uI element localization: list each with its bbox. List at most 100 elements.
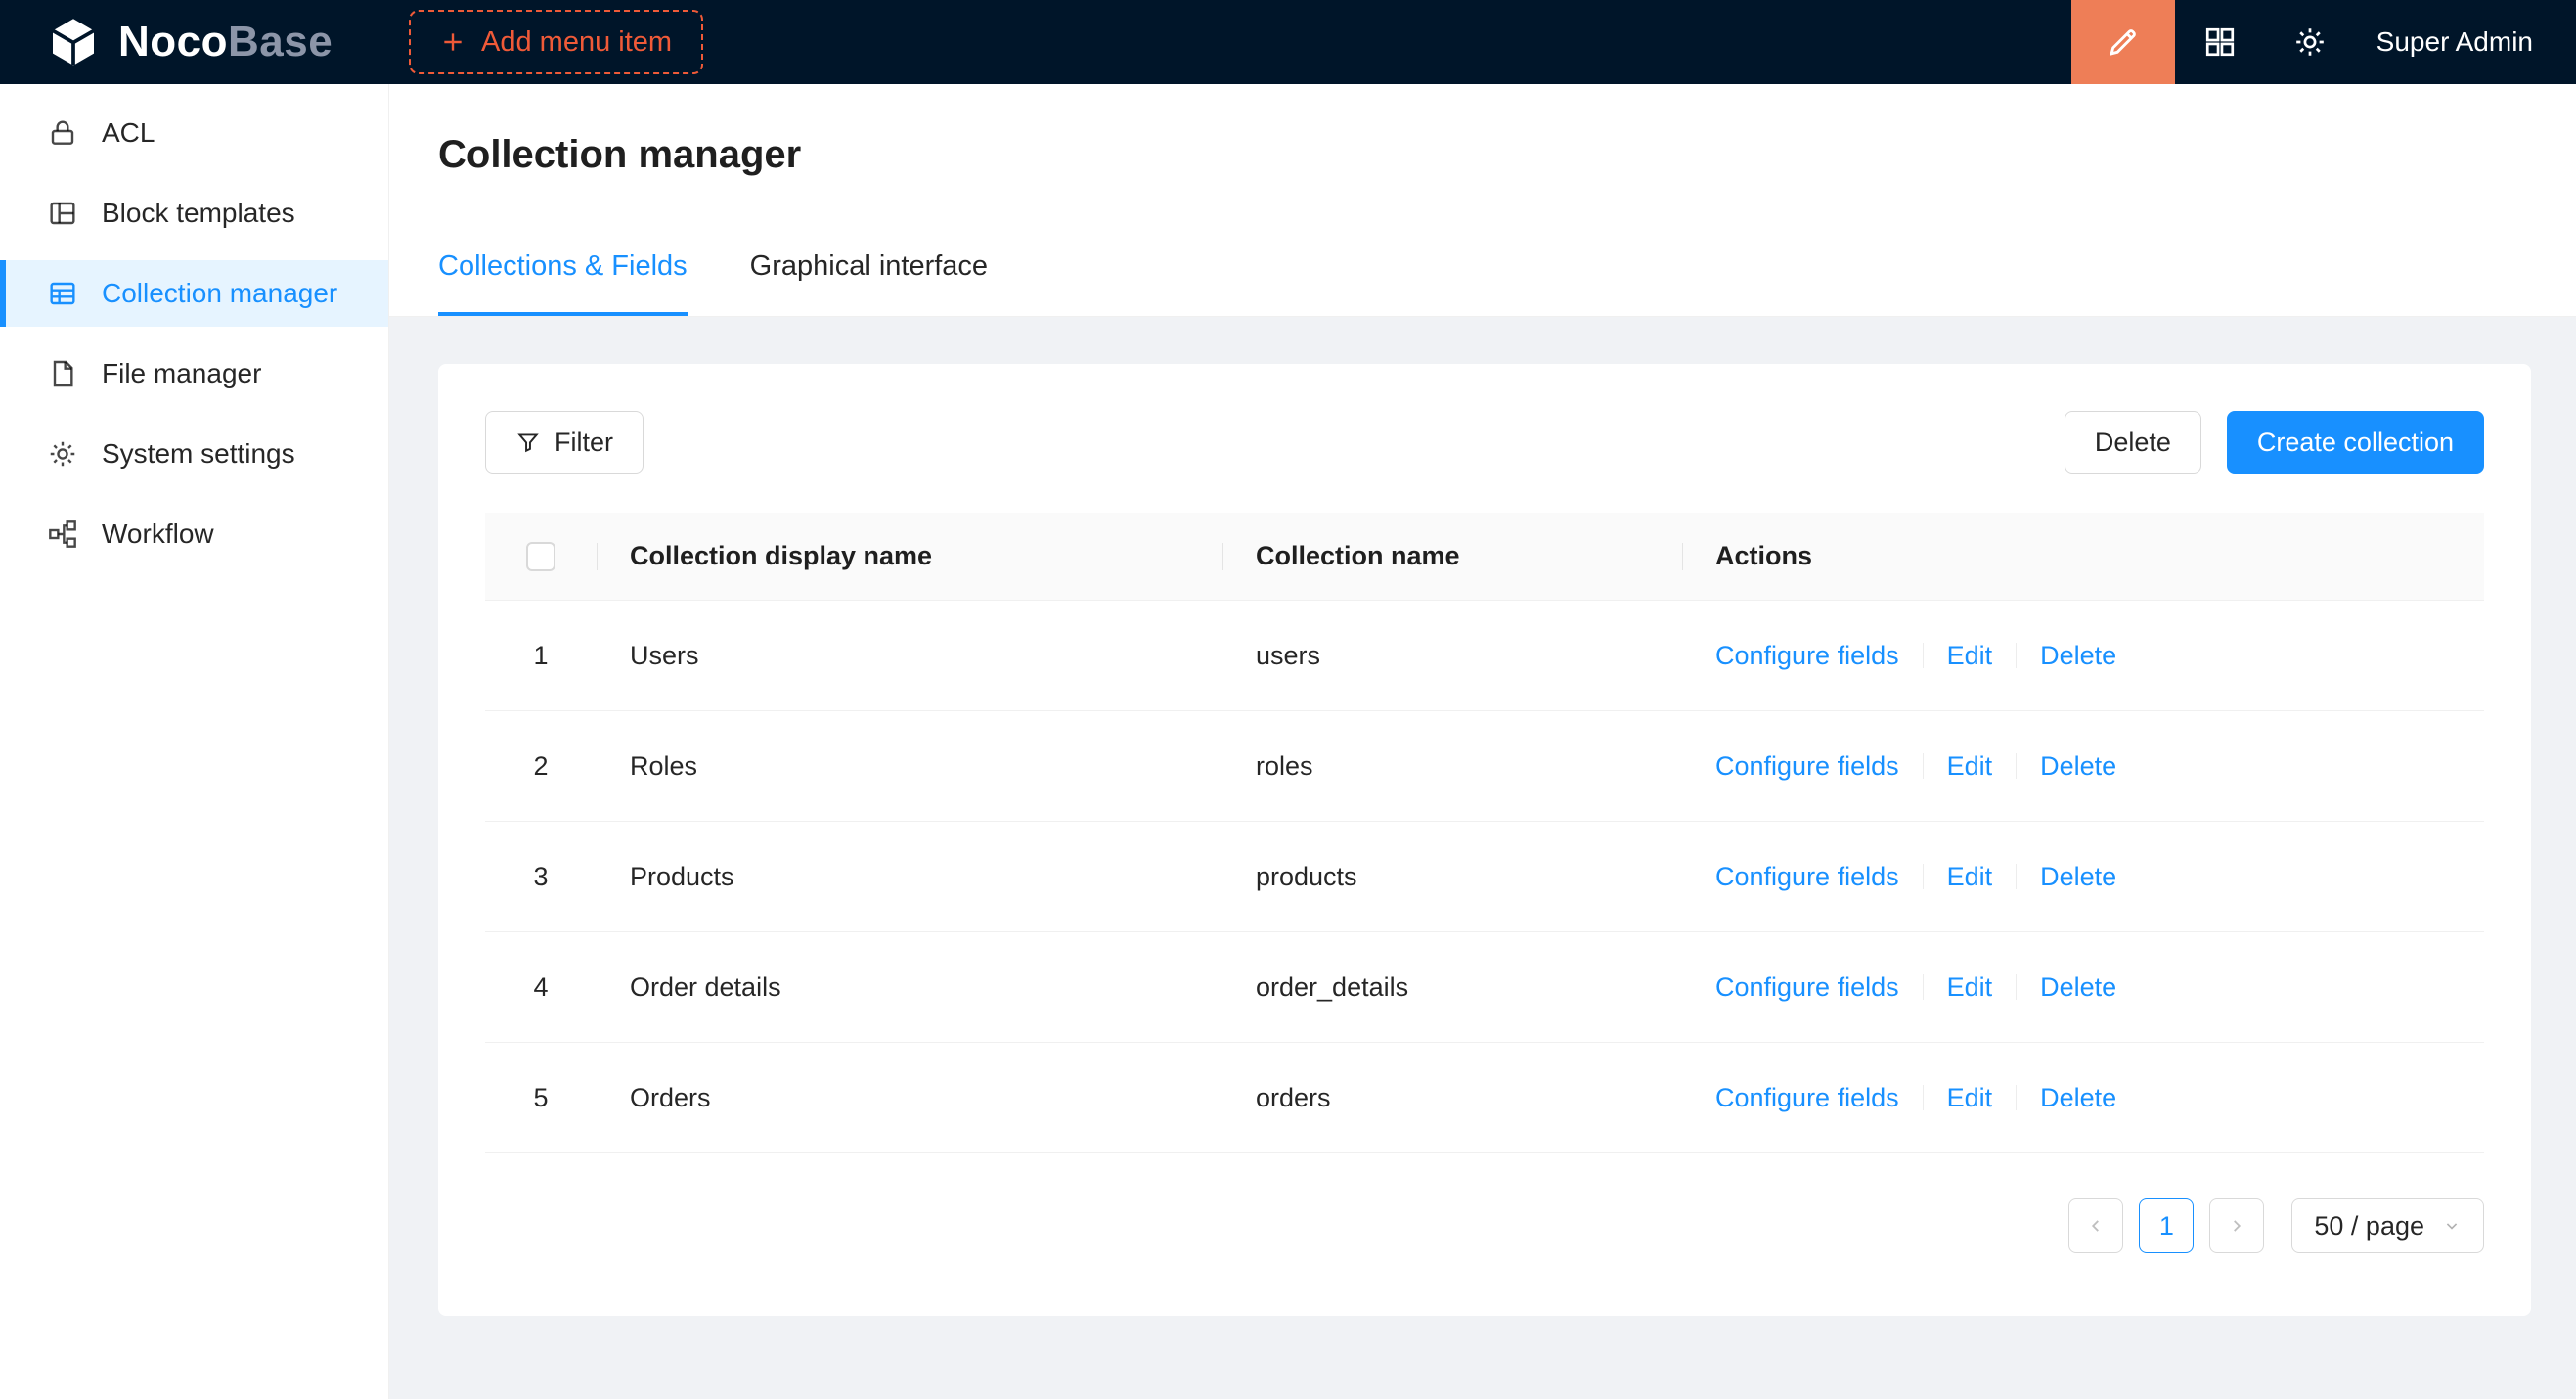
sidebar-item-label: Workflow bbox=[102, 519, 214, 550]
filter-button[interactable]: Filter bbox=[485, 411, 644, 474]
file-icon bbox=[47, 358, 78, 389]
cell-collection-name: products bbox=[1222, 862, 1682, 892]
table-row: 3 Products products Configure fields Edi… bbox=[485, 822, 2484, 932]
gear-icon bbox=[2292, 24, 2328, 60]
add-menu-item-button[interactable]: Add menu item bbox=[409, 10, 703, 74]
column-header-display-name: Collection display name bbox=[597, 541, 1222, 571]
delete-button-label: Delete bbox=[2095, 428, 2171, 458]
create-collection-label: Create collection bbox=[2257, 428, 2454, 458]
row-index: 1 bbox=[485, 641, 597, 671]
sidebar-item-label: Block templates bbox=[102, 198, 295, 229]
sidebar-item-file-manager[interactable]: File manager bbox=[0, 340, 388, 407]
filter-button-label: Filter bbox=[555, 428, 613, 458]
plugin-manager-button[interactable] bbox=[2189, 0, 2251, 84]
configure-fields-link[interactable]: Configure fields bbox=[1715, 751, 1899, 782]
system-settings-button[interactable] bbox=[2279, 0, 2341, 84]
chevron-left-icon bbox=[2085, 1215, 2107, 1237]
column-header-collection-name: Collection name bbox=[1222, 541, 1682, 571]
brand-primary: Noco bbox=[118, 18, 228, 66]
cell-display-name: Products bbox=[597, 862, 1222, 892]
plugin-grid-icon bbox=[2202, 24, 2238, 60]
cell-actions: Configure fields Edit Delete bbox=[1682, 1083, 2484, 1113]
brand-secondary: Base bbox=[228, 18, 333, 66]
action-divider bbox=[2016, 753, 2017, 779]
table-row: 1 Users users Configure fields Edit Dele… bbox=[485, 601, 2484, 711]
action-divider bbox=[2016, 643, 2017, 668]
delete-link[interactable]: Delete bbox=[2040, 972, 2116, 1003]
select-all-checkbox[interactable] bbox=[526, 542, 555, 571]
sidebar-item-workflow[interactable]: Workflow bbox=[0, 501, 388, 567]
action-divider bbox=[2016, 864, 2017, 889]
page-header: Collection manager Collections & Fields … bbox=[389, 84, 2576, 317]
brand-logo: NocoBase bbox=[0, 15, 389, 69]
action-divider bbox=[1923, 1085, 1924, 1110]
action-divider bbox=[2016, 1085, 2017, 1110]
tab-collections-fields[interactable]: Collections & Fields bbox=[438, 250, 688, 316]
chevron-down-icon bbox=[2442, 1216, 2462, 1236]
plus-icon bbox=[440, 29, 466, 55]
configure-fields-link[interactable]: Configure fields bbox=[1715, 972, 1899, 1003]
page-title: Collection manager bbox=[438, 131, 2576, 178]
create-collection-button[interactable]: Create collection bbox=[2227, 411, 2484, 474]
page-size-value: 50 / page bbox=[2314, 1211, 2424, 1241]
cell-collection-name: roles bbox=[1222, 751, 1682, 782]
edit-link[interactable]: Edit bbox=[1947, 751, 1993, 782]
sidebar-item-acl[interactable]: ACL bbox=[0, 100, 388, 166]
sidebar-item-system-settings[interactable]: System settings bbox=[0, 421, 388, 487]
edit-link[interactable]: Edit bbox=[1947, 862, 1993, 892]
edit-link[interactable]: Edit bbox=[1947, 972, 1993, 1003]
top-header: NocoBase Add menu item bbox=[0, 0, 2576, 84]
sidebar-item-label: File manager bbox=[102, 358, 261, 389]
collections-table: Collection display name Collection name … bbox=[485, 513, 2484, 1153]
workflow-icon bbox=[47, 519, 78, 550]
action-divider bbox=[2016, 974, 2017, 1000]
cell-display-name: Order details bbox=[597, 972, 1222, 1003]
chevron-right-icon bbox=[2226, 1215, 2247, 1237]
sidebar-item-label: Collection manager bbox=[102, 278, 337, 309]
table-row: 5 Orders orders Configure fields Edit De… bbox=[485, 1043, 2484, 1153]
cell-collection-name: users bbox=[1222, 641, 1682, 671]
cell-display-name: Roles bbox=[597, 751, 1222, 782]
action-divider bbox=[1923, 974, 1924, 1000]
configure-fields-link[interactable]: Configure fields bbox=[1715, 1083, 1899, 1113]
delete-link[interactable]: Delete bbox=[2040, 1083, 2116, 1113]
pagination-prev-button[interactable] bbox=[2068, 1198, 2123, 1253]
delete-link[interactable]: Delete bbox=[2040, 751, 2116, 782]
pagination-next-button[interactable] bbox=[2209, 1198, 2264, 1253]
ui-editor-pen-icon bbox=[2105, 23, 2142, 61]
action-divider bbox=[1923, 753, 1924, 779]
main-area: Collection manager Collections & Fields … bbox=[389, 84, 2576, 1399]
edit-link[interactable]: Edit bbox=[1947, 641, 1993, 671]
lock-icon bbox=[47, 117, 78, 149]
column-header-actions: Actions bbox=[1682, 541, 2484, 571]
funnel-icon bbox=[515, 429, 541, 455]
configure-fields-link[interactable]: Configure fields bbox=[1715, 641, 1899, 671]
sidebar-item-collection-manager[interactable]: Collection manager bbox=[0, 260, 388, 327]
row-index: 5 bbox=[485, 1083, 597, 1113]
configure-fields-link[interactable]: Configure fields bbox=[1715, 862, 1899, 892]
user-name[interactable]: Super Admin bbox=[2376, 26, 2533, 58]
content-area: Filter Delete Create collection bbox=[389, 317, 2576, 1399]
pagination: 1 50 / page bbox=[485, 1198, 2484, 1253]
header-right-cluster: Super Admin bbox=[2071, 0, 2576, 84]
brand-text: NocoBase bbox=[118, 18, 333, 67]
edit-link[interactable]: Edit bbox=[1947, 1083, 1993, 1113]
app-root: NocoBase Add menu item bbox=[0, 0, 2576, 1399]
table-row: 2 Roles roles Configure fields Edit Dele… bbox=[485, 711, 2484, 822]
block-template-icon bbox=[47, 198, 78, 229]
delete-link[interactable]: Delete bbox=[2040, 862, 2116, 892]
logo-cube-icon bbox=[46, 15, 101, 69]
cell-collection-name: order_details bbox=[1222, 972, 1682, 1003]
delete-button[interactable]: Delete bbox=[2065, 411, 2201, 474]
delete-link[interactable]: Delete bbox=[2040, 641, 2116, 671]
tab-graphical-interface[interactable]: Graphical interface bbox=[750, 250, 988, 316]
sidebar-item-label: ACL bbox=[102, 117, 155, 149]
row-index: 3 bbox=[485, 862, 597, 892]
cell-collection-name: orders bbox=[1222, 1083, 1682, 1113]
sidebar-item-block-templates[interactable]: Block templates bbox=[0, 180, 388, 247]
cell-actions: Configure fields Edit Delete bbox=[1682, 972, 2484, 1003]
select-all-cell bbox=[485, 541, 597, 572]
page-size-select[interactable]: 50 / page bbox=[2291, 1198, 2484, 1253]
pagination-page-1[interactable]: 1 bbox=[2139, 1198, 2194, 1253]
ui-editor-button[interactable] bbox=[2071, 0, 2175, 84]
